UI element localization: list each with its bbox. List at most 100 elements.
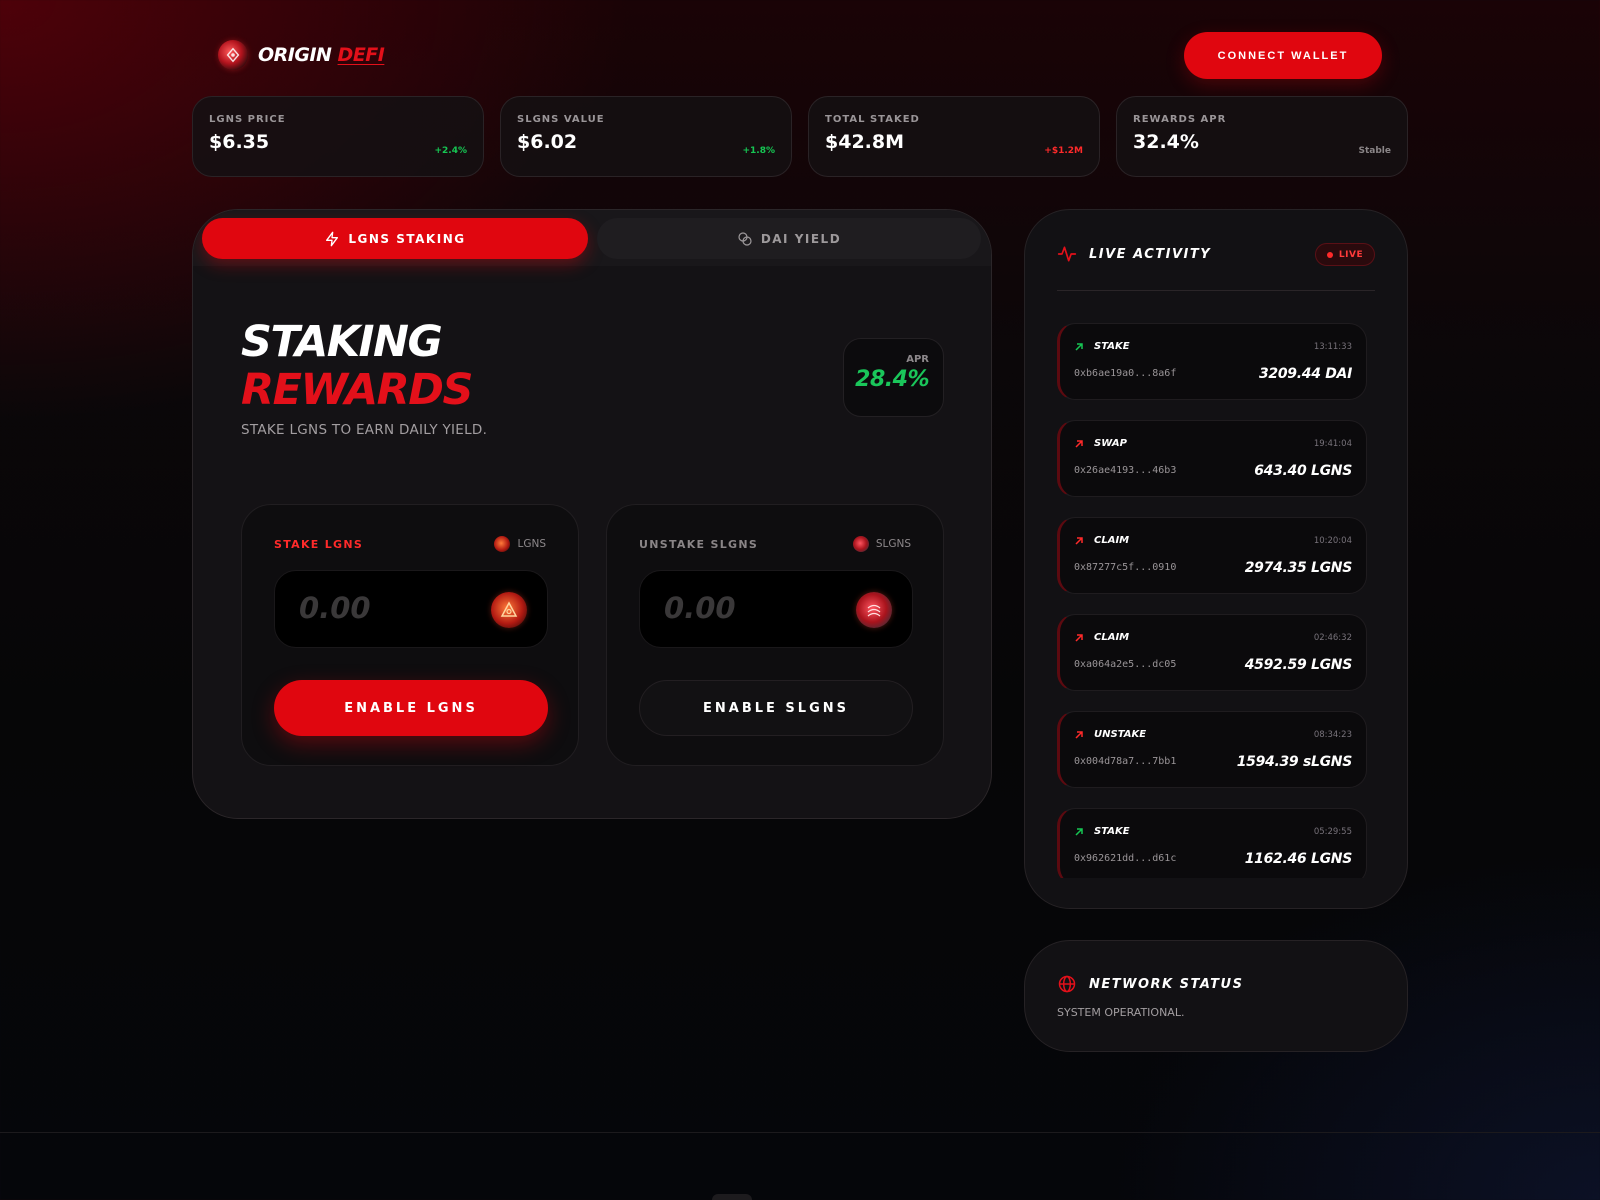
activity-type: SWAP <box>1074 438 1127 449</box>
activity-type-label: STAKE <box>1094 826 1130 837</box>
stake-card-label: STAKE LGNS <box>274 538 364 551</box>
apr-value: 28.4% <box>855 367 929 392</box>
activity-type: CLAIM <box>1074 632 1129 643</box>
network-status-text: SYSTEM OPERATIONAL. <box>1057 1006 1185 1019</box>
tab-lgns-staking[interactable]: LGNS STAKING <box>202 218 588 259</box>
activity-type: UNSTAKE <box>1074 729 1146 740</box>
stat-label: LGNS PRICE <box>209 114 286 125</box>
page-subtitle: STAKE LGNS TO EARN DAILY YIELD. <box>241 422 488 438</box>
activity-address: 0xa064a2e5...dc05 <box>1074 659 1177 670</box>
page-title-line2: REWARDS <box>241 365 473 415</box>
slgns-token-icon <box>852 536 869 552</box>
stake-amount-input[interactable]: 0.00 <box>274 570 548 648</box>
activity-type-label: CLAIM <box>1094 535 1130 546</box>
stat-change: +1.8% <box>742 146 775 156</box>
globe-icon <box>1058 975 1076 993</box>
stat-value: $6.35 <box>209 131 270 153</box>
activity-type-label: CLAIM <box>1094 632 1130 643</box>
enable-slgns-button[interactable]: ENABLE SLGNS <box>639 680 913 736</box>
activity-type: CLAIM <box>1074 535 1129 546</box>
stat-value: 32.4% <box>1133 131 1199 153</box>
coins-icon <box>738 231 752 246</box>
footer-handle <box>712 1194 752 1200</box>
arrow-up-right-icon <box>1075 342 1083 351</box>
page-title-line1: STAKING <box>241 317 443 367</box>
stake-token-tag: LGNS <box>494 536 546 552</box>
activity-time: 10:20:04 <box>1313 536 1352 546</box>
activity-item[interactable]: SWAP 19:41:04 0x26ae4193...46b3 643.40 L… <box>1057 420 1367 497</box>
stat-change: +$1.2M <box>1044 146 1083 156</box>
live-dot-icon <box>1326 251 1333 258</box>
staking-panel: LGNS STAKING DAI YIELD STAKING REWARDS S… <box>192 209 992 819</box>
stat-label: SLGNS VALUE <box>517 114 605 125</box>
origin-logo-icon <box>218 40 248 70</box>
activity-amount: 643.40 LGNS <box>1254 463 1352 479</box>
unstake-amount-placeholder: 0.00 <box>664 591 736 625</box>
activity-time: 02:46:32 <box>1313 633 1352 643</box>
slgns-coin-icon <box>856 592 892 628</box>
network-title: NETWORK STATUS <box>1089 976 1244 992</box>
token-name: LGNS <box>517 538 546 550</box>
divider <box>1057 290 1375 291</box>
stat-card-rewards-apr: REWARDS APR 32.4% Stable <box>1116 96 1408 177</box>
network-status-panel: NETWORK STATUS SYSTEM OPERATIONAL. <box>1024 940 1408 1052</box>
stat-card-total-staked: TOTAL STAKED $42.8M +$1.2M <box>808 96 1100 177</box>
stake-amount-placeholder: 0.00 <box>299 591 371 625</box>
activity-list[interactable]: STAKE 13:11:33 0xb6ae19a0...8a6f 3209.44… <box>1057 323 1367 878</box>
unstake-amount-input[interactable]: 0.00 <box>639 570 913 648</box>
stake-card: STAKE LGNS LGNS 0.00 ENABLE LGNS <box>241 504 579 766</box>
activity-address: 0x87277c5f...0910 <box>1074 562 1177 573</box>
activity-time: 13:11:33 <box>1313 342 1352 352</box>
activity-type: STAKE <box>1074 341 1130 352</box>
activity-type-label: SWAP <box>1094 438 1127 449</box>
brand-name: ORIGIN DEFI <box>258 44 385 66</box>
stat-card-lgns-price: LGNS PRICE $6.35 +2.4% <box>192 96 484 177</box>
lightning-icon <box>326 231 339 246</box>
brand-logo[interactable]: ORIGIN DEFI <box>218 40 385 70</box>
activity-type: STAKE <box>1074 826 1130 837</box>
arrow-up-right-icon <box>1075 730 1083 739</box>
lgns-coin-icon <box>491 592 527 628</box>
stat-value: $6.02 <box>517 131 578 153</box>
unstake-card-label: UNSTAKE SLGNS <box>639 538 759 551</box>
activity-type-label: STAKE <box>1094 341 1130 352</box>
activity-amount: 1162.46 LGNS <box>1244 851 1353 867</box>
brand-name-defi: DEFI <box>337 44 385 66</box>
connect-wallet-button[interactable]: CONNECT WALLET <box>1184 32 1382 79</box>
activity-item[interactable]: CLAIM 02:46:32 0xa064a2e5...dc05 4592.59… <box>1057 614 1367 691</box>
activity-header: LIVE ACTIVITY <box>1057 244 1211 264</box>
live-label: LIVE <box>1338 249 1364 260</box>
activity-item[interactable]: CLAIM 10:20:04 0x87277c5f...0910 2974.35… <box>1057 517 1367 594</box>
live-activity-panel: LIVE ACTIVITY LIVE STAKE 13:11:33 0xb6ae… <box>1024 209 1408 909</box>
brand-name-origin: ORIGIN <box>258 44 332 66</box>
arrow-up-right-icon <box>1075 827 1083 836</box>
activity-address: 0x26ae4193...46b3 <box>1074 465 1177 476</box>
tab-bar: LGNS STAKING DAI YIELD <box>193 210 991 266</box>
apr-badge: APR 28.4% <box>843 338 944 417</box>
activity-amount: 4592.59 LGNS <box>1244 657 1353 673</box>
activity-item[interactable]: UNSTAKE 08:34:23 0x004d78a7...7bb1 1594.… <box>1057 711 1367 788</box>
stat-card-slgns-value: SLGNS VALUE $6.02 +1.8% <box>500 96 792 177</box>
activity-address: 0x962621dd...d61c <box>1074 853 1177 864</box>
activity-item[interactable]: STAKE 05:29:55 0x962621dd...d61c 1162.46… <box>1057 808 1367 878</box>
pulse-icon <box>1057 246 1077 262</box>
network-header: NETWORK STATUS <box>1057 974 1243 994</box>
lgns-token-icon <box>494 536 511 552</box>
activity-time: 05:29:55 <box>1313 827 1352 837</box>
activity-amount: 3209.44 DAI <box>1258 366 1352 382</box>
live-badge: LIVE <box>1315 243 1375 266</box>
activity-time: 08:34:23 <box>1313 730 1352 740</box>
arrow-up-right-icon <box>1075 536 1083 545</box>
token-name: SLGNS <box>875 538 911 550</box>
activity-time: 19:41:04 <box>1313 439 1352 449</box>
arrow-up-right-icon <box>1075 439 1083 448</box>
activity-amount: 2974.35 LGNS <box>1244 560 1353 576</box>
stat-change: +2.4% <box>434 146 467 156</box>
stat-label: REWARDS APR <box>1133 114 1227 125</box>
activity-item[interactable]: STAKE 13:11:33 0xb6ae19a0...8a6f 3209.44… <box>1057 323 1367 400</box>
stat-change: Stable <box>1358 146 1392 156</box>
activity-amount: 1594.39 sLGNS <box>1236 754 1353 770</box>
tab-dai-yield[interactable]: DAI YIELD <box>597 218 981 259</box>
unstake-card: UNSTAKE SLGNS SLGNS 0.00 ENABLE SLGNS <box>606 504 944 766</box>
enable-lgns-button[interactable]: ENABLE LGNS <box>274 680 548 736</box>
